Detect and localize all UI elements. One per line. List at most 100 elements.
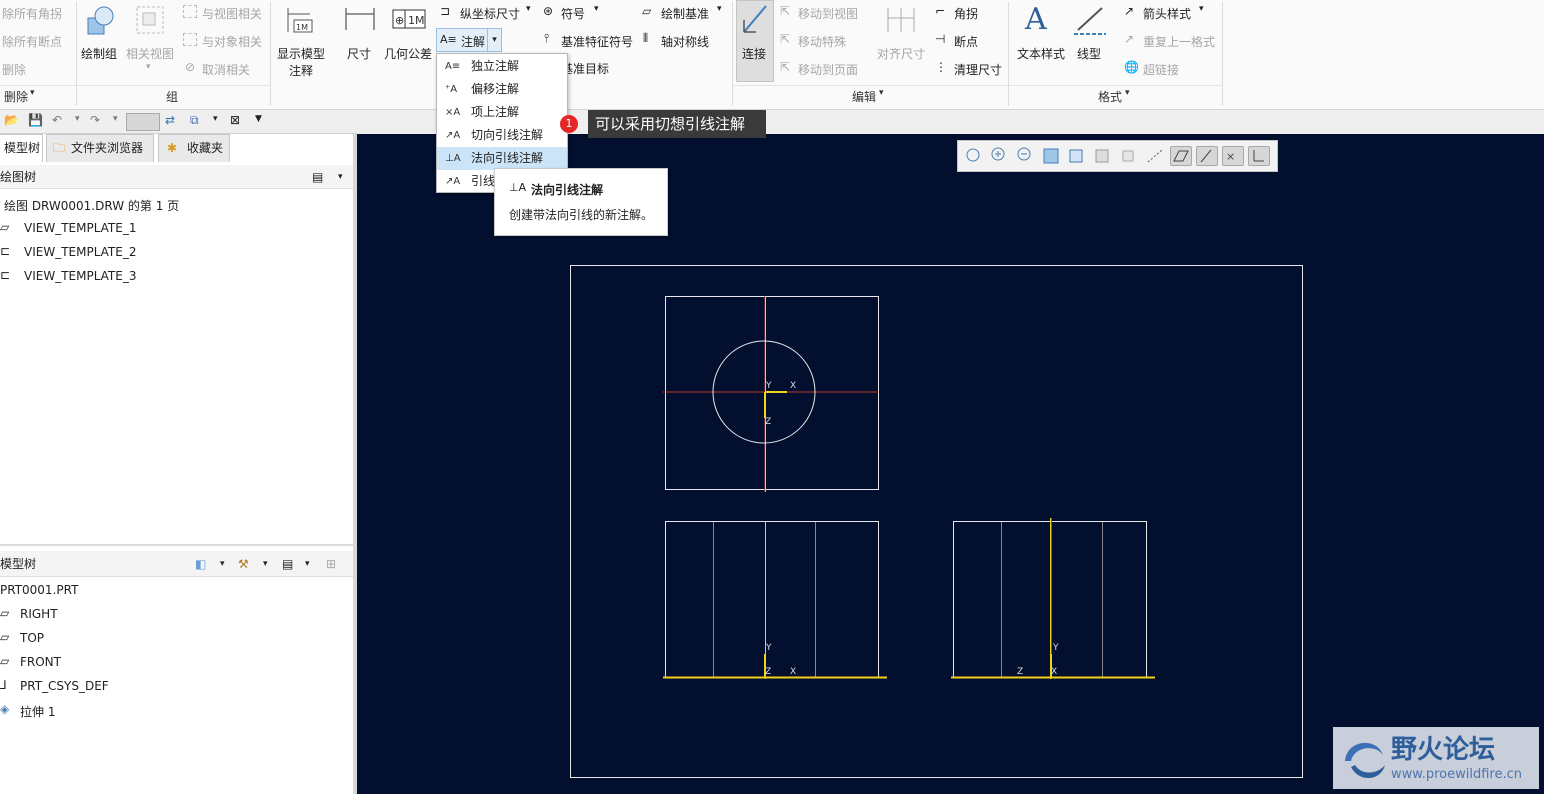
show-icon[interactable]: ◧: [195, 551, 206, 577]
model-item-extrude[interactable]: 拉伸 1: [20, 703, 55, 720]
datum-plane-display-icon[interactable]: [1170, 146, 1192, 166]
chevron-down-icon[interactable]: ▾: [263, 551, 268, 577]
close-window-icon[interactable]: ⊠: [230, 113, 240, 127]
zoom-in-icon[interactable]: [988, 146, 1010, 166]
connect-button[interactable]: 连接: [742, 45, 766, 62]
tab-folder-browser[interactable]: 🗀 文件夹浏览器: [46, 134, 154, 162]
chevron-down-icon[interactable]: ▾: [305, 551, 310, 577]
menu-item-on-item-note[interactable]: ×A 项上注解: [437, 101, 567, 124]
group-edit-label[interactable]: 编辑: [852, 88, 876, 105]
datum-axis-display-icon[interactable]: [1196, 146, 1218, 166]
windows-icon[interactable]: ⧉: [190, 113, 199, 128]
repaint-icon[interactable]: [1040, 146, 1062, 166]
tree-settings-icon[interactable]: ▤: [312, 165, 323, 189]
arrow-style-button[interactable]: 箭头样式: [1143, 5, 1191, 22]
move-special-button[interactable]: 移动特殊: [798, 33, 846, 50]
model-item-csys[interactable]: PRT_CSYS_DEF: [20, 679, 109, 693]
symbol-icon: ⊛: [543, 4, 554, 18]
cleanup-dim-button[interactable]: 清理尺寸: [954, 61, 1002, 78]
menu-item-offset-note[interactable]: ⁺A 偏移注解: [437, 78, 567, 101]
chevron-down-icon[interactable]: ▾: [75, 114, 80, 124]
model-item-front[interactable]: FRONT: [20, 655, 61, 669]
refit-icon[interactable]: [962, 146, 984, 166]
customize-toolbar-icon[interactable]: ▼: [255, 114, 262, 124]
menu-item-tangent-leader-note[interactable]: ↗A 切向引线注解: [437, 124, 567, 147]
menu-item-standalone-note[interactable]: A≡ 独立注解: [437, 55, 567, 78]
layer-icon[interactable]: [1118, 146, 1140, 166]
datum-feature-symbol-button[interactable]: 基准特征符号: [561, 33, 633, 50]
dimension-icon: [345, 8, 375, 30]
move-to-view-button[interactable]: 移动到视图: [798, 5, 858, 22]
related-view-button[interactable]: 相关视图: [126, 45, 174, 62]
csys-display-icon[interactable]: [1248, 146, 1270, 166]
tab-favorites[interactable]: ✱ 收藏夹: [158, 134, 230, 162]
dimension-button[interactable]: 尺寸: [347, 45, 371, 62]
view-related-button[interactable]: 与视图相关: [202, 5, 262, 22]
group-delete-label[interactable]: 删除: [4, 88, 28, 105]
view-template-icon: ⊏: [0, 244, 11, 258]
redo-icon[interactable]: ↷: [90, 113, 100, 127]
drawing-item-view-template-1[interactable]: VIEW_TEMPLATE_1: [24, 221, 136, 235]
note-dropdown-arrow-icon[interactable]: ▾: [487, 29, 501, 51]
delete-button[interactable]: 删除: [2, 61, 26, 78]
move-to-page-icon: ⇱: [780, 60, 791, 74]
jog-button[interactable]: 角拐: [954, 5, 978, 22]
datum-display-icon[interactable]: [1144, 146, 1166, 166]
saved-views-icon[interactable]: [1092, 146, 1114, 166]
chevron-down-icon[interactable]: ▾: [338, 165, 343, 189]
tree-filter-icon[interactable]: ⊞: [326, 551, 336, 577]
undo-icon[interactable]: ↶: [52, 113, 62, 127]
drawing-tree-title: 绘图树: [0, 170, 37, 184]
svg-text:1M: 1M: [408, 14, 425, 27]
display-style-icon[interactable]: [1066, 146, 1088, 166]
geom-tolerance-button[interactable]: 几何公差: [384, 45, 432, 62]
datum-point-display-icon[interactable]: ×: [1222, 146, 1244, 166]
draw-group-button[interactable]: 绘制组: [81, 45, 117, 62]
axis-label-y: Y: [766, 381, 772, 391]
menu-item-label: 独立注解: [471, 59, 520, 73]
tree-settings-icon[interactable]: ▤: [282, 551, 293, 577]
select-box-icon[interactable]: [126, 113, 160, 131]
show-model-annotations-button[interactable]: 显示模型: [277, 45, 325, 62]
datum-target-button[interactable]: 基准目标: [561, 60, 609, 77]
drawing-item-view-template-2[interactable]: VIEW_TEMPLATE_2: [24, 245, 136, 259]
line-style-button[interactable]: 线型: [1077, 45, 1101, 62]
chevron-down-icon[interactable]: ▾: [213, 114, 218, 124]
move-to-page-button[interactable]: 移动到页面: [798, 61, 858, 78]
watermark-url: www.proewildfire.cn: [1391, 767, 1522, 782]
tab-model-tree[interactable]: 模型树: [0, 134, 43, 162]
model-tree-root[interactable]: PRT0001.PRT: [0, 583, 78, 597]
chevron-down-icon[interactable]: ▾: [113, 114, 118, 124]
tools-icon[interactable]: ⚒: [238, 551, 249, 577]
save-icon[interactable]: 💾: [28, 113, 43, 127]
remove-all-breaks-button[interactable]: 除所有断点: [2, 33, 62, 50]
chevron-down-icon[interactable]: ▾: [220, 551, 225, 577]
drawing-item-view-template-3[interactable]: VIEW_TEMPLATE_3: [24, 269, 136, 283]
zoom-out-icon[interactable]: [1014, 146, 1036, 166]
unrelate-button[interactable]: 取消相关: [202, 61, 250, 78]
model-item-top[interactable]: TOP: [20, 631, 44, 645]
regenerate-icon[interactable]: ⇄: [165, 113, 175, 127]
note-split-button[interactable]: A≡ 注解 ▾: [436, 28, 502, 52]
group-format-label[interactable]: 格式: [1098, 88, 1122, 105]
menu-item-normal-leader-note[interactable]: ⊥A 法向引线注解: [437, 147, 567, 170]
drawing-tree-root[interactable]: 绘图 DRW0001.DRW 的第 1 页: [4, 197, 179, 214]
axis-symmetry-button[interactable]: 轴对称线: [661, 33, 709, 50]
draw-datum-button[interactable]: 绘制基准: [661, 5, 709, 22]
break-button[interactable]: 断点: [954, 33, 978, 50]
model-item-right[interactable]: RIGHT: [20, 607, 58, 621]
object-related-button[interactable]: 与对象相关: [202, 33, 262, 50]
view-related-icon: [183, 5, 197, 18]
hyperlink-button[interactable]: 超链接: [1143, 61, 1179, 78]
remove-all-jogs-button[interactable]: 除所有角拐: [2, 5, 62, 22]
symbol-button[interactable]: 符号: [561, 5, 585, 22]
offset-note-icon: ⁺A: [445, 84, 458, 95]
text-style-button[interactable]: 文本样式: [1017, 45, 1065, 62]
align-dim-button[interactable]: 对齐尺寸: [877, 45, 925, 62]
menu-item-label: 项上注解: [471, 105, 520, 119]
ordinate-dim-button[interactable]: 纵坐标尺寸: [460, 5, 520, 22]
note-button[interactable]: 注解: [461, 33, 485, 50]
panel-splitter[interactable]: [0, 544, 353, 546]
open-folder-icon[interactable]: 📂: [4, 113, 19, 127]
repeat-format-button[interactable]: 重复上一格式: [1143, 33, 1215, 50]
